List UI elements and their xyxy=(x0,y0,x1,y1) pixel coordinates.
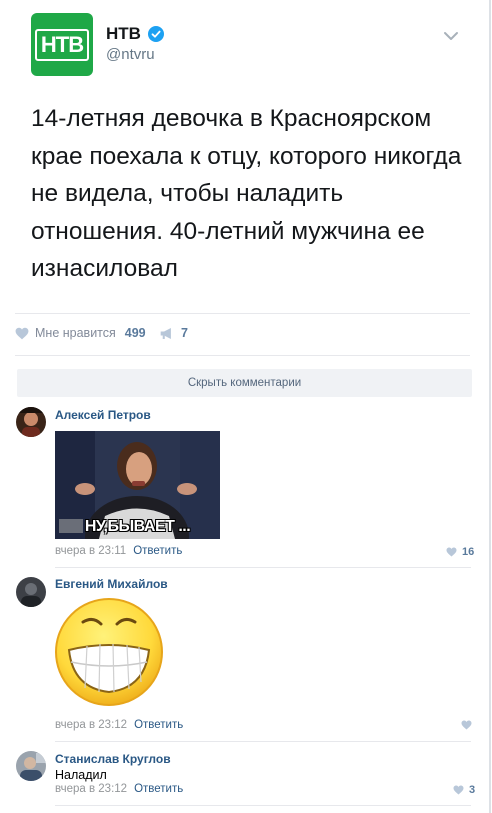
comment-meta: вчера в 23:11 Ответить xyxy=(55,545,182,557)
account-name[interactable]: НТВ xyxy=(106,24,141,44)
comment-like-button[interactable]: 16 xyxy=(446,546,474,558)
reply-link[interactable]: Ответить xyxy=(134,783,183,795)
comment-like-button[interactable] xyxy=(461,720,472,730)
divider xyxy=(15,355,470,356)
reply-link[interactable]: Ответить xyxy=(134,719,183,731)
comment-like-button[interactable]: 3 xyxy=(453,784,475,796)
ntv-logo-text: НТВ xyxy=(34,28,90,61)
meme-caption: НУ,БЫВАЕТ ... xyxy=(84,518,191,535)
megaphone-icon xyxy=(160,327,171,339)
avatar-image xyxy=(16,577,46,607)
comment-time[interactable]: вчера в 23:12 xyxy=(55,719,127,731)
laughing-smiley-sticker[interactable] xyxy=(53,596,165,709)
comment-like-count: 16 xyxy=(462,546,475,558)
heart-icon xyxy=(446,547,457,557)
tweet-text: 14-летняя девочка в Красноярском крае по… xyxy=(31,105,462,282)
share-count: 7 xyxy=(181,326,188,340)
comment-author[interactable]: Станислав Круглов xyxy=(55,752,171,766)
verified-icon xyxy=(148,26,164,42)
avatar[interactable] xyxy=(16,751,46,781)
comment-text: Наладил xyxy=(55,768,107,782)
hide-comments-button[interactable]: Скрыть комментарии xyxy=(17,369,472,397)
post-card: НТВ НТВ @ntvru 14-летняя девочка в Красн… xyxy=(0,0,491,813)
comment-divider xyxy=(55,805,471,806)
divider xyxy=(15,313,470,314)
avatar[interactable] xyxy=(16,407,46,437)
ntv-logo[interactable]: НТВ xyxy=(31,13,93,76)
heart-icon xyxy=(15,327,29,339)
comment-meta: вчера в 23:12 Ответить xyxy=(55,719,183,731)
comment-meta: вчера в 23:12 Ответить xyxy=(55,783,183,795)
comment-author[interactable]: Алексей Петров xyxy=(55,408,151,422)
comment-author[interactable]: Евгений Михайлов xyxy=(55,577,168,591)
avatar-image xyxy=(16,751,46,781)
comment-time[interactable]: вчера в 23:11 xyxy=(55,545,126,557)
comment-like-count: 3 xyxy=(469,784,476,796)
heart-icon xyxy=(453,785,464,795)
chevron-down-icon[interactable] xyxy=(441,28,461,44)
avatar-image xyxy=(16,407,46,437)
reply-link[interactable]: Ответить xyxy=(133,545,182,557)
like-label: Мне нравится xyxy=(35,326,116,340)
meme-sticker[interactable]: НУ,БЫВАЕТ ... xyxy=(55,431,220,539)
comment-divider xyxy=(55,741,471,742)
comment-time[interactable]: вчера в 23:12 xyxy=(55,783,127,795)
share-button[interactable]: 7 xyxy=(160,326,188,340)
comment-divider xyxy=(55,567,471,568)
avatar[interactable] xyxy=(16,577,46,607)
account-handle[interactable]: @ntvru xyxy=(106,46,155,63)
heart-icon xyxy=(461,720,472,730)
like-count: 499 xyxy=(124,326,146,340)
like-button[interactable]: Мне нравится 499 xyxy=(15,326,146,340)
